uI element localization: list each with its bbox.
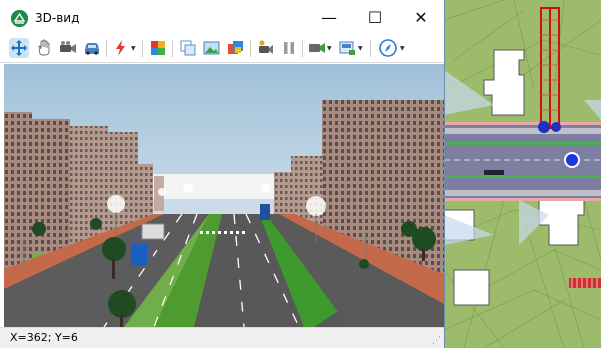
dropdown-arrow-icon[interactable]: ▼ <box>327 45 332 52</box>
dropdown-arrow-icon[interactable]: ▼ <box>358 45 363 52</box>
coordinates-readout: X=362; Y=6 <box>10 331 78 344</box>
video-camera-icon[interactable] <box>58 38 78 58</box>
hand-icon[interactable] <box>34 38 54 58</box>
status-bar: X=362; Y=6 ⋰ <box>0 327 444 348</box>
title-bar[interactable]: 3D-вид — ☐ ✕ <box>0 0 444 34</box>
toolbar-separator <box>172 40 173 57</box>
record-camera-icon[interactable] <box>256 38 276 58</box>
dropdown-arrow-icon[interactable]: ▼ <box>131 45 136 52</box>
copy-window-icon[interactable] <box>178 38 198 58</box>
window-3d-view: 3D-вид — ☐ ✕ ▼ ▼ ▼ ▼ X=362; Y=6 ⋰ <box>0 0 445 348</box>
layers-icon[interactable] <box>226 38 246 58</box>
toolbar: ▼ ▼ ▼ ▼ <box>0 34 444 63</box>
close-button[interactable]: ✕ <box>398 0 444 34</box>
pause-icon[interactable] <box>279 38 299 58</box>
export-icon[interactable] <box>338 38 358 58</box>
maximize-button[interactable]: ☐ <box>352 0 398 34</box>
render-icon[interactable] <box>307 38 327 58</box>
palette-icon[interactable] <box>148 38 168 58</box>
toolbar-separator <box>370 40 371 57</box>
window-title: 3D-вид <box>35 11 80 25</box>
toolbar-separator <box>106 40 107 57</box>
move-arrows-icon[interactable] <box>9 38 29 58</box>
resize-grip-icon[interactable]: ⋰ <box>432 336 441 346</box>
toolbar-separator <box>250 40 251 57</box>
map-2d-view[interactable] <box>444 0 601 348</box>
car-icon[interactable] <box>82 38 102 58</box>
compass-icon[interactable] <box>378 38 398 58</box>
picture-icon[interactable] <box>202 38 222 58</box>
minimize-button[interactable]: — <box>306 0 352 34</box>
app-logo-icon <box>11 10 28 27</box>
toolbar-separator <box>302 40 303 57</box>
toolbar-separator <box>142 40 143 57</box>
scene-viewport[interactable] <box>4 64 444 327</box>
scene-3d <box>4 64 444 327</box>
map-canvas <box>444 0 601 348</box>
dropdown-arrow-icon[interactable]: ▼ <box>400 45 405 52</box>
lightning-icon[interactable] <box>111 38 131 58</box>
